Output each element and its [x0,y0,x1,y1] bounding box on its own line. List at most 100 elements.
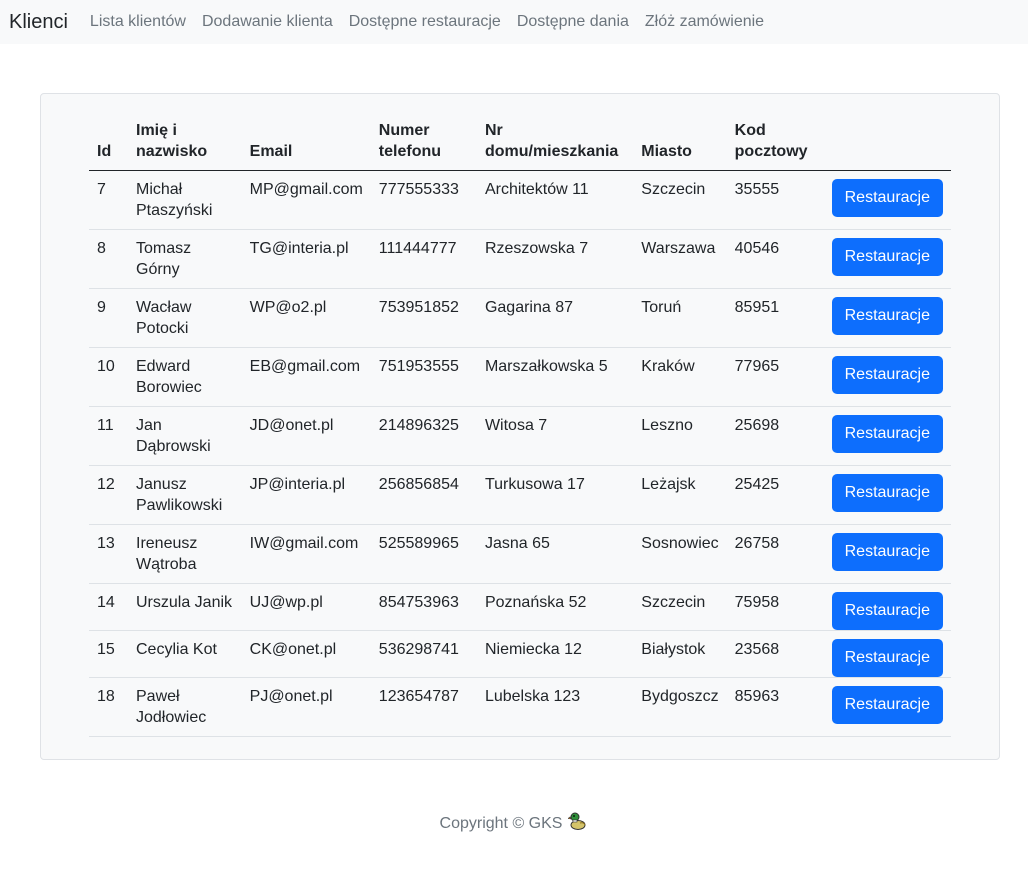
restaurants-button[interactable]: Restauracje [831,238,943,276]
cell-name: Jan Dąbrowski [128,406,242,466]
table-row: 13 Ireneusz Wątroba IW@gmail.com 525589965 J… [89,524,951,584]
header-email: Email [241,110,371,171]
clients-table: Id Imię i nazwisko Email Numer telefonu … [89,110,951,737]
cell-actions: Restauracje [823,229,951,289]
restaurants-button[interactable]: Restauracje [831,533,943,571]
cell-id: 8 [89,229,128,289]
cell-id: 10 [89,347,128,407]
cell-zip: 35555 [726,170,824,230]
header-city: Miasto [633,110,727,171]
copyright-text: Copyright © GKS [439,815,563,832]
cell-address: Poznańska 52 [476,583,634,631]
cell-phone: 536298741 [370,630,477,678]
cell-zip: 77965 [726,347,824,407]
nav-link-restaurants[interactable]: Dostępne restauracje [349,13,501,31]
cell-email: UJ@wp.pl [241,583,371,631]
cell-email: TG@interia.pl [241,229,371,289]
header-id: Id [89,110,128,171]
restaurants-button[interactable]: Restauracje [831,179,943,217]
clients-card: Id Imię i nazwisko Email Numer telefonu … [40,93,1000,760]
cell-name: Tomasz Górny [128,229,242,289]
cell-email: MP@gmail.com [241,170,371,230]
restaurants-button[interactable]: Restauracje [831,356,943,394]
cell-name: Michał Ptaszyński [128,170,242,230]
navbar-brand[interactable]: Klienci [9,11,68,34]
cell-zip: 85951 [726,288,824,348]
table-row: 18 Paweł Jodłowiec PJ@onet.pl 123654787 Lube… [89,677,951,737]
cell-actions: Restauracje [823,677,951,737]
cell-id: 14 [89,583,128,631]
cell-email: JP@interia.pl [241,465,371,525]
cell-address: Gagarina 87 [476,288,634,348]
cell-phone: 753951852 [370,288,477,348]
cell-address: Lubelska 123 [476,677,634,737]
restaurants-button[interactable]: Restauracje [831,474,943,512]
restaurants-button[interactable]: Restauracje [831,415,943,453]
cell-address: Marszałkowska 5 [476,347,634,407]
cell-actions: Restauracje [823,583,951,631]
cell-email: WP@o2.pl [241,288,371,348]
cell-address: Witosa 7 [476,406,634,466]
cell-address: Niemiecka 12 [476,630,634,678]
header-phone: Numer telefonu [370,110,477,171]
restaurants-button[interactable]: Restauracje [831,297,943,335]
cell-city: Leszno [633,406,727,466]
cell-zip: 75958 [726,583,824,631]
nav-link-add-client[interactable]: Dodawanie klienta [202,13,333,31]
cell-phone: 111444777 [370,229,477,289]
cell-city: Kraków [633,347,727,407]
nav-link-dishes[interactable]: Dostępne dania [517,13,629,31]
table-row: 7 Michał Ptaszyński MP@gmail.com 777555333 A… [89,170,951,230]
cell-address: Turkusowa 17 [476,465,634,525]
cell-actions: Restauracje [823,524,951,584]
nav-link-place-order[interactable]: Złóż zamówienie [645,13,764,31]
navbar: Klienci Lista klientów Dodawanie klienta… [0,0,1028,44]
cell-id: 15 [89,630,128,678]
cell-actions: Restauracje [823,170,951,230]
table-body: 7 Michał Ptaszyński MP@gmail.com 777555333 A… [89,170,951,737]
cell-actions: Restauracje [823,406,951,466]
table-row: 14 Urszula Janik UJ@wp.pl 854753963 Poznańsk… [89,583,951,631]
cell-city: Białystok [633,630,727,678]
cell-email: PJ@onet.pl [241,677,371,737]
cell-id: 13 [89,524,128,584]
cell-city: Szczecin [633,170,727,230]
footer: Copyright © GKS [0,811,1028,836]
table-row: 9 Wacław Potocki WP@o2.pl 753951852 Gagarina… [89,288,951,348]
cell-email: JD@onet.pl [241,406,371,466]
cell-id: 9 [89,288,128,348]
cell-actions: Restauracje [823,288,951,348]
cell-phone: 525589965 [370,524,477,584]
cell-phone: 123654787 [370,677,477,737]
cell-name: Ireneusz Wątroba [128,524,242,584]
cell-zip: 23568 [726,630,824,678]
cell-name: Paweł Jodłowiec [128,677,242,737]
cell-zip: 25425 [726,465,824,525]
table-row: 15 Cecylia Kot CK@onet.pl 536298741 Niemieck… [89,630,951,678]
cell-zip: 85963 [726,677,824,737]
cell-city: Warszawa [633,229,727,289]
cell-city: Sosnowiec [633,524,727,584]
cell-email: CK@onet.pl [241,630,371,678]
cell-email: EB@gmail.com [241,347,371,407]
cell-actions: Restauracje [823,465,951,525]
cell-name: Janusz Pawlikowski [128,465,242,525]
cell-name: Cecylia Kot [128,630,242,678]
cell-city: Toruń [633,288,727,348]
restaurants-button[interactable]: Restauracje [831,592,943,630]
cell-id: 18 [89,677,128,737]
cell-address: Jasna 65 [476,524,634,584]
nav-link-client-list[interactable]: Lista klientów [90,13,186,31]
cell-name: Edward Borowiec [128,347,242,407]
cell-city: Szczecin [633,583,727,631]
cell-actions: Restauracje [823,347,951,407]
cell-phone: 777555333 [370,170,477,230]
cell-id: 11 [89,406,128,466]
cell-id: 7 [89,170,128,230]
cell-phone: 854753963 [370,583,477,631]
restaurants-button[interactable]: Restauracje [831,686,943,724]
restaurants-button[interactable]: Restauracje [831,639,943,677]
cell-city: Leżajsk [633,465,727,525]
header-actions [823,110,951,171]
cell-phone: 214896325 [370,406,477,466]
